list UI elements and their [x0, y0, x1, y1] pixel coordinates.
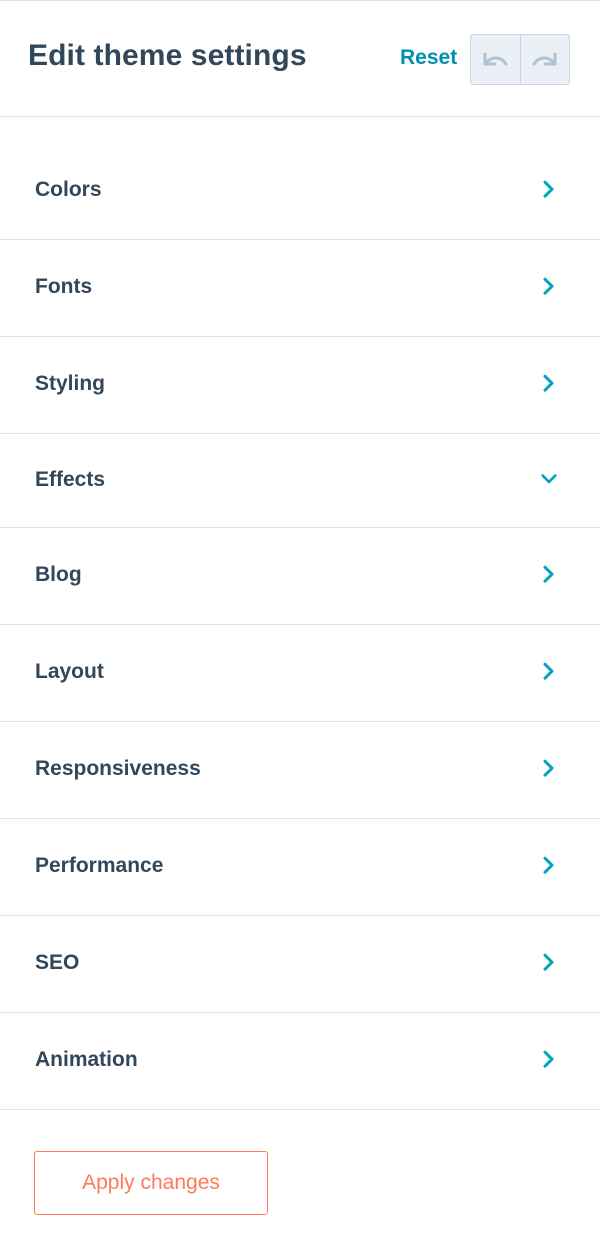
section-label: Responsiveness: [35, 756, 201, 780]
section-label: Animation: [35, 1047, 138, 1071]
chevron-right-icon: [540, 662, 558, 680]
section-row-seo[interactable]: SEO: [0, 916, 600, 1013]
section-label: Blog: [35, 562, 82, 586]
section-row-responsiveness[interactable]: Responsiveness: [0, 722, 600, 819]
section-label: Effects: [35, 467, 106, 491]
section-row-effects[interactable]: Effects: [0, 434, 600, 528]
chevron-right-icon: [540, 856, 558, 874]
section-row-colors[interactable]: Colors: [0, 143, 600, 240]
reset-button[interactable]: Reset: [400, 46, 457, 70]
chevron-right-icon: [540, 1050, 558, 1068]
settings-section-list: Colors Fonts Styling Effects Blog Layout…: [0, 143, 600, 1110]
section-row-performance[interactable]: Performance: [0, 819, 600, 916]
redo-icon: [530, 49, 560, 71]
section-row-animation[interactable]: Animation: [0, 1013, 600, 1110]
panel-header: Edit theme settings Reset: [0, 0, 600, 117]
history-button-group: [470, 34, 570, 85]
chevron-right-icon: [540, 953, 558, 971]
chevron-right-icon: [540, 374, 558, 392]
chevron-right-icon: [540, 759, 558, 777]
section-row-styling[interactable]: Styling: [0, 337, 600, 434]
section-label: SEO: [35, 950, 80, 974]
section-row-blog[interactable]: Blog: [0, 528, 600, 625]
chevron-right-icon: [540, 565, 558, 583]
section-row-layout[interactable]: Layout: [0, 625, 600, 722]
section-row-fonts[interactable]: Fonts: [0, 240, 600, 337]
section-label: Fonts: [35, 274, 93, 298]
section-label: Colors: [35, 177, 102, 201]
chevron-right-icon: [540, 277, 558, 295]
undo-icon: [480, 49, 510, 71]
section-label: Performance: [35, 853, 164, 877]
undo-button[interactable]: [471, 35, 520, 84]
theme-settings-panel: Edit theme settings Reset Colors Fonts S…: [0, 0, 600, 1234]
section-label: Styling: [35, 371, 106, 395]
redo-button[interactable]: [519, 35, 570, 84]
page-title: Edit theme settings: [28, 39, 307, 72]
apply-changes-button[interactable]: Apply changes: [34, 1151, 268, 1215]
chevron-down-icon: [540, 470, 558, 488]
section-label: Layout: [35, 659, 104, 683]
chevron-right-icon: [540, 180, 558, 198]
